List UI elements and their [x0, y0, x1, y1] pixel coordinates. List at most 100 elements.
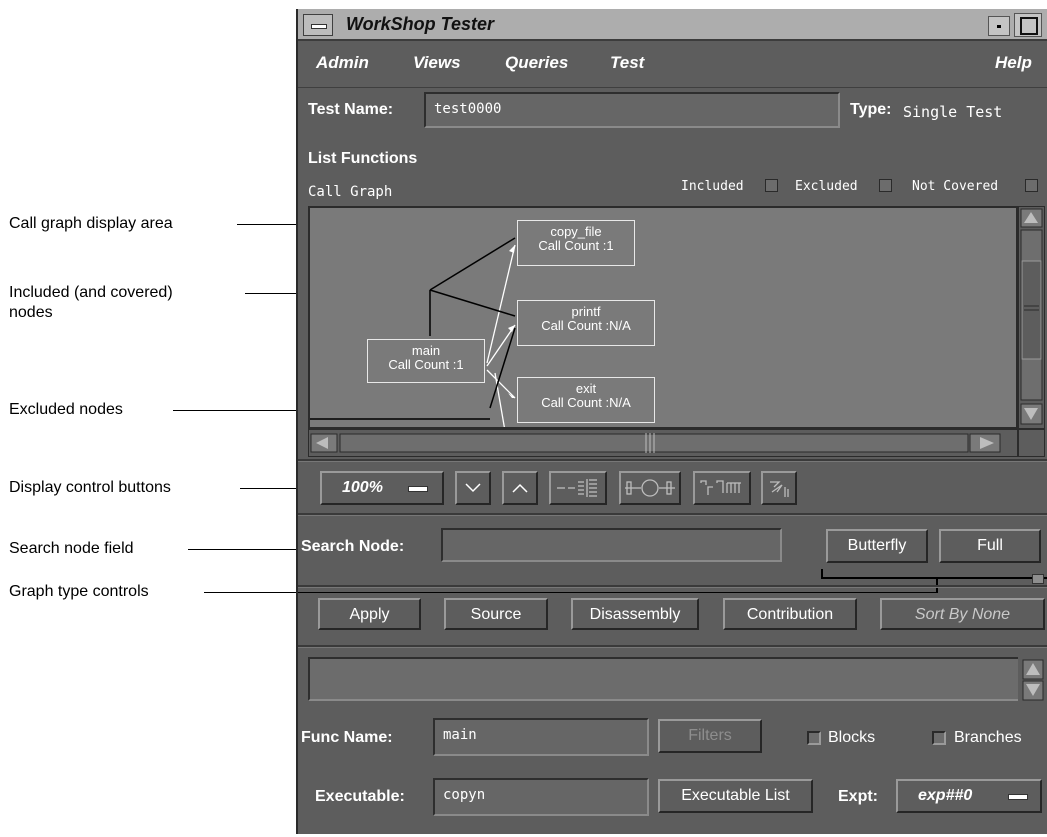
legend-not-covered-label: Not Covered — [912, 179, 999, 194]
callout-included-nodes-2: nodes — [9, 304, 53, 321]
rotate-icon — [770, 481, 789, 497]
callout-line — [204, 592, 296, 593]
callout-line — [240, 488, 296, 489]
node-main-name: main — [411, 343, 441, 358]
resize-handle[interactable] — [1032, 574, 1044, 584]
graph-type-callout-line — [298, 592, 938, 593]
separator — [298, 585, 1047, 588]
vscroll-graphics — [1020, 208, 1043, 425]
callout-line — [245, 293, 296, 294]
graph-type-bracket — [821, 569, 823, 579]
graph-node-printf[interactable]: printf Call Count :N/A — [517, 300, 655, 346]
menu-help-label: Help — [995, 53, 1032, 72]
legend-included-label: Included — [681, 179, 744, 194]
hscroll-graphics — [310, 433, 1001, 453]
source-button[interactable]: Source — [444, 598, 548, 630]
expand-up-button[interactable] — [502, 471, 538, 505]
option-menu-indicator-icon — [1008, 794, 1028, 800]
legend-excluded-swatch — [879, 179, 892, 192]
test-name-field[interactable]: test0000 — [424, 92, 840, 128]
callout-line — [188, 549, 296, 550]
menu-test[interactable]: Test — [610, 53, 644, 73]
callout-call-graph-area: Call graph display area — [9, 215, 173, 232]
menu-help[interactable]: Help — [995, 53, 1032, 73]
search-node-label: Search Node: — [301, 538, 405, 555]
sort-option-menu[interactable]: Sort By None — [880, 598, 1045, 630]
callout-line — [173, 410, 296, 411]
branches-label: Branches — [954, 729, 1022, 746]
node-exit-name: exit — [575, 381, 597, 396]
type-label: Type: — [850, 101, 892, 118]
chevron-up-icon — [512, 483, 528, 493]
node-copy-file-count: Call Count :1 — [538, 238, 614, 253]
graph-node-copy-file[interactable]: copy_file Call Count :1 — [517, 220, 635, 266]
search-node-field[interactable] — [441, 528, 782, 562]
callout-display-control-buttons: Display control buttons — [9, 479, 171, 496]
separator — [298, 513, 1047, 516]
callout-line — [237, 224, 296, 225]
rotate-button[interactable] — [761, 471, 797, 505]
view-label: Call Graph — [308, 184, 393, 200]
graph-vertical-scrollbar[interactable] — [1018, 206, 1045, 429]
butterfly-button[interactable]: Butterfly — [826, 529, 928, 563]
menu-queries[interactable]: Queries — [505, 53, 568, 73]
func-name-field[interactable]: main — [433, 718, 649, 756]
realign-icon — [700, 480, 741, 495]
tree-layout-icon — [557, 479, 597, 497]
title-bar: WorkShop Tester — [298, 9, 1047, 41]
callout-included-nodes-1: Included (and covered) — [9, 284, 173, 301]
zoom-option-menu[interactable]: 100% — [320, 471, 444, 505]
separator — [298, 645, 1047, 648]
graph-node-exit[interactable]: exit Call Count :N/A — [517, 377, 655, 423]
contribution-button[interactable]: Contribution — [723, 598, 857, 630]
menu-bar: Admin Views Queries Test Help — [298, 41, 1047, 88]
legend-included-swatch — [765, 179, 778, 192]
minimize-button[interactable] — [988, 16, 1010, 36]
node-printf-name: printf — [571, 304, 601, 319]
node-copy-file-name: copy_file — [550, 224, 602, 239]
blocks-checkbox[interactable] — [807, 731, 821, 745]
executable-field[interactable]: copyn — [433, 778, 649, 816]
collapse-down-button[interactable] — [455, 471, 491, 505]
window-menu-button[interactable] — [303, 14, 333, 36]
apply-button[interactable]: Apply — [318, 598, 421, 630]
legend-not-covered-swatch — [1025, 179, 1038, 192]
branches-checkbox[interactable] — [932, 731, 946, 745]
workshop-tester-window: WorkShop Tester Admin Views Queries Test… — [296, 9, 1047, 834]
blocks-label: Blocks — [828, 729, 876, 746]
callout-graph-type-controls: Graph type controls — [9, 583, 149, 600]
callout-excluded-nodes: Excluded nodes — [9, 401, 123, 418]
full-button[interactable]: Full — [939, 529, 1041, 563]
graph-edges — [310, 237, 516, 427]
legend-excluded-label: Excluded — [795, 179, 858, 194]
callout-search-node-field: Search node field — [9, 540, 134, 557]
filters-button[interactable]: Filters — [658, 719, 762, 753]
list-functions-heading: List Functions — [308, 150, 418, 167]
separator — [298, 459, 1047, 462]
function-list-scrollbar[interactable] — [1022, 659, 1044, 701]
graph-type-bracket — [821, 577, 1047, 579]
menu-queries-label: Queries — [505, 53, 569, 72]
experiment-option-menu[interactable]: exp##0 — [896, 779, 1042, 813]
node-link-button[interactable] — [619, 471, 681, 505]
executable-list-button[interactable]: Executable List — [658, 779, 813, 813]
function-list-area[interactable] — [308, 657, 1018, 701]
disassembly-button[interactable]: Disassembly — [571, 598, 699, 630]
call-graph-area[interactable]: main Call Count :1 copy_file Call Count … — [308, 206, 1018, 429]
menu-test-label: Test — [610, 53, 645, 72]
menu-views[interactable]: Views — [413, 53, 461, 73]
maximize-button[interactable] — [1014, 13, 1042, 37]
node-main-count: Call Count :1 — [388, 357, 464, 372]
scroll-corner — [1018, 429, 1045, 457]
graph-node-main[interactable]: main Call Count :1 — [367, 339, 485, 383]
type-value: Single Test — [903, 103, 1003, 121]
test-name-label: Test Name: — [308, 101, 394, 118]
realign-button[interactable] — [693, 471, 751, 505]
experiment-value: exp##0 — [918, 787, 973, 804]
list-scroll-arrows-icon — [1022, 659, 1044, 701]
menu-admin[interactable]: Admin — [316, 53, 369, 73]
window-title: WorkShop Tester — [346, 14, 495, 34]
graph-horizontal-scrollbar[interactable] — [308, 429, 1018, 457]
chevron-down-icon — [465, 483, 481, 493]
tree-layout-button[interactable] — [549, 471, 607, 505]
